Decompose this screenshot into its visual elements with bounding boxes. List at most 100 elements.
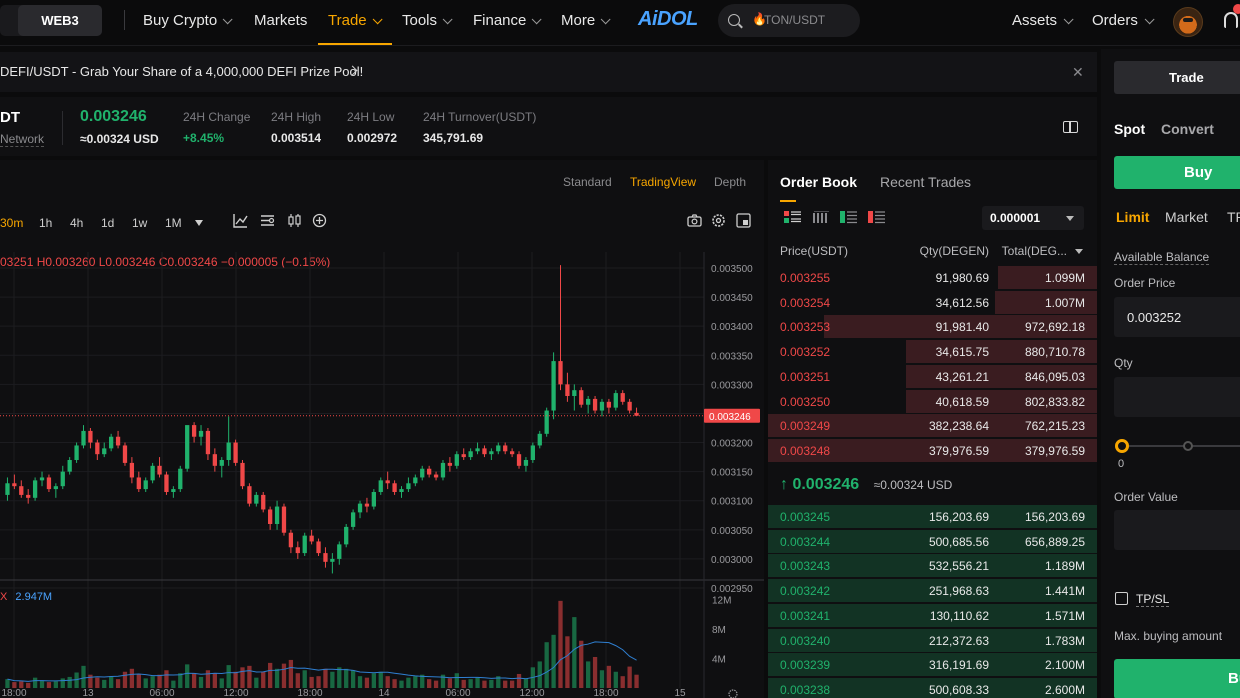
order-value-input[interactable] <box>1114 510 1240 550</box>
ask-total: 379,976.59 <box>1024 443 1085 458</box>
volume-bar <box>350 670 356 688</box>
tab-order-book[interactable]: Order Book <box>780 174 857 190</box>
bid-price: 0.003241 <box>780 608 831 623</box>
brand-logo[interactable]: AiDOL <box>638 8 698 31</box>
nav-trade-label: Trade <box>328 12 367 29</box>
book-icon[interactable] <box>1063 121 1078 133</box>
layout-asks-icon[interactable] <box>868 211 885 224</box>
network-label[interactable]: Network <box>0 132 45 147</box>
ask-row[interactable]: 0.003251 43,261.21 846,095.03 <box>768 364 1097 389</box>
y-tick-label: 0.003350 <box>711 351 753 362</box>
order-price-input[interactable]: 0.003252 <box>1114 297 1240 337</box>
buy-side-button[interactable]: Buy <box>1114 156 1240 189</box>
y-tick-label: 0.003150 <box>711 468 753 479</box>
bid-row[interactable]: 0.003243 532,556.21 1.189M <box>768 554 1097 578</box>
candle-body <box>295 547 300 554</box>
tpsl-checkbox[interactable] <box>1115 592 1128 605</box>
qty-slider-track[interactable] <box>1121 445 1240 447</box>
qty-slider-handle[interactable] <box>1115 439 1129 453</box>
ask-row[interactable]: 0.003252 34,615.75 880,710.78 <box>768 340 1097 364</box>
volume-bar <box>247 665 252 688</box>
col-total-header[interactable]: Total(DEG... <box>1002 244 1067 258</box>
qty-slider-step[interactable] <box>1183 441 1193 451</box>
nav-tools[interactable]: Tools <box>402 0 453 46</box>
buy-submit-button[interactable]: Buy <box>1114 659 1240 698</box>
nav-markets[interactable]: Markets <box>254 0 307 46</box>
candle-body <box>413 477 418 484</box>
bid-row[interactable]: 0.003242 251,968.63 1.441M <box>768 579 1097 603</box>
ask-row[interactable]: 0.003255 91,980.69 1.099M <box>768 266 1097 290</box>
bid-row[interactable]: 0.003241 130,110.62 1.571M <box>768 603 1097 628</box>
close-icon[interactable]: ✕ <box>1072 64 1084 81</box>
bid-row[interactable]: 0.003244 500,685.56 656,889.25 <box>768 529 1097 554</box>
avatar[interactable] <box>1173 7 1203 37</box>
candle-body <box>509 451 515 455</box>
ask-row[interactable]: 0.003254 34,612.56 1.007M <box>768 290 1097 315</box>
candlestick-chart[interactable]: 0.003500 0.003450 0.003400 0.003350 0.003300… <box>0 160 764 698</box>
search-input[interactable]: 🔥 TON/USDT <box>718 4 860 37</box>
bid-qty: 500,685.56 <box>928 534 989 549</box>
bid-row[interactable]: 0.003240 212,372.63 1.783M <box>768 628 1097 653</box>
precision-select[interactable]: 0.000001 <box>982 206 1084 230</box>
announcement-bar[interactable]: DEFI/USDT - Grab Your Share of a 4,000,0… <box>0 52 1097 92</box>
tpsl-label[interactable]: TP/SL <box>1136 592 1170 607</box>
y-tick-label: 0.003500 <box>711 264 753 275</box>
bid-row[interactable]: 0.003238 500,608.33 2.600M <box>768 677 1097 698</box>
notification-badge <box>1233 4 1240 14</box>
mid-price-value: 0.003246 <box>792 476 860 493</box>
nav-more[interactable]: More <box>561 0 611 46</box>
bid-row[interactable]: 0.003239 316,191.69 2.100M <box>768 653 1097 677</box>
chevron-down-icon[interactable] <box>1075 249 1083 254</box>
x-tick-label: 13 <box>82 688 94 698</box>
tab-recent-trades[interactable]: Recent Trades <box>880 174 971 190</box>
nav-assets[interactable]: Assets <box>1012 0 1074 46</box>
order-type-tp[interactable]: TP <box>1227 209 1240 225</box>
order-type-market[interactable]: Market <box>1165 209 1208 225</box>
segment-left-option[interactable] <box>0 5 16 36</box>
layout-grid-icon[interactable] <box>813 211 830 224</box>
volume-bar <box>19 681 24 688</box>
candle-body <box>482 448 487 455</box>
ask-qty: 379,976.59 <box>928 443 989 458</box>
volume-bar <box>191 673 197 688</box>
volume-tick-label: 12M <box>712 595 731 606</box>
qty-input[interactable] <box>1114 377 1240 417</box>
bid-total: 1.571M <box>1044 608 1085 623</box>
bell-icon[interactable] <box>1224 12 1238 28</box>
ask-row[interactable]: 0.003249 382,238.64 762,215.23 <box>768 414 1097 438</box>
nav-orders[interactable]: Orders <box>1092 0 1155 46</box>
candle-body <box>302 535 307 554</box>
trade-header-tab[interactable]: Trade <box>1114 61 1240 94</box>
candle-body <box>247 486 252 504</box>
volume-tick-label: 4M <box>712 654 726 665</box>
chevron-down-icon <box>222 14 233 25</box>
tab-spot[interactable]: Spot <box>1114 121 1145 137</box>
layout-both-icon[interactable] <box>784 211 801 224</box>
web3-tab[interactable]: WEB3 <box>18 5 102 36</box>
volume-bar <box>316 676 321 688</box>
pair-name[interactable]: DT <box>0 109 20 126</box>
available-balance-label[interactable]: Available Balance <box>1114 250 1210 265</box>
y-tick-label: 0.003100 <box>711 497 753 508</box>
stat-24h-high-label: 24H High <box>271 110 322 124</box>
ask-row[interactable]: 0.003248 379,976.59 379,976.59 <box>768 438 1097 463</box>
candle-body <box>254 494 259 504</box>
nav-finance[interactable]: Finance <box>473 0 542 46</box>
ask-row[interactable]: 0.003250 40,618.59 802,833.82 <box>768 389 1097 414</box>
layout-bids-icon[interactable] <box>840 211 857 224</box>
nav-trade[interactable]: Trade <box>328 0 383 46</box>
ask-price: 0.003250 <box>780 394 831 409</box>
nav-buy-crypto[interactable]: Buy Crypto <box>143 0 233 46</box>
tab-convert[interactable]: Convert <box>1161 121 1214 137</box>
order-type-limit[interactable]: Limit <box>1116 209 1149 225</box>
bid-row[interactable]: 0.003245 156,203.69 156,203.69 <box>768 505 1097 529</box>
x-tick-label: 06:00 <box>149 688 174 698</box>
candle-body <box>496 445 501 452</box>
candle-body <box>102 448 107 455</box>
ask-price: 0.003249 <box>780 419 831 434</box>
announcement-text[interactable]: DEFI/USDT - Grab Your Share of a 4,000,0… <box>0 64 363 79</box>
nav-buy-crypto-label: Buy Crypto <box>143 12 218 29</box>
bid-qty: 316,191.69 <box>928 658 989 673</box>
ask-row[interactable]: 0.003253 91,981.40 972,692.18 <box>768 315 1097 339</box>
volume-bar <box>136 673 141 688</box>
